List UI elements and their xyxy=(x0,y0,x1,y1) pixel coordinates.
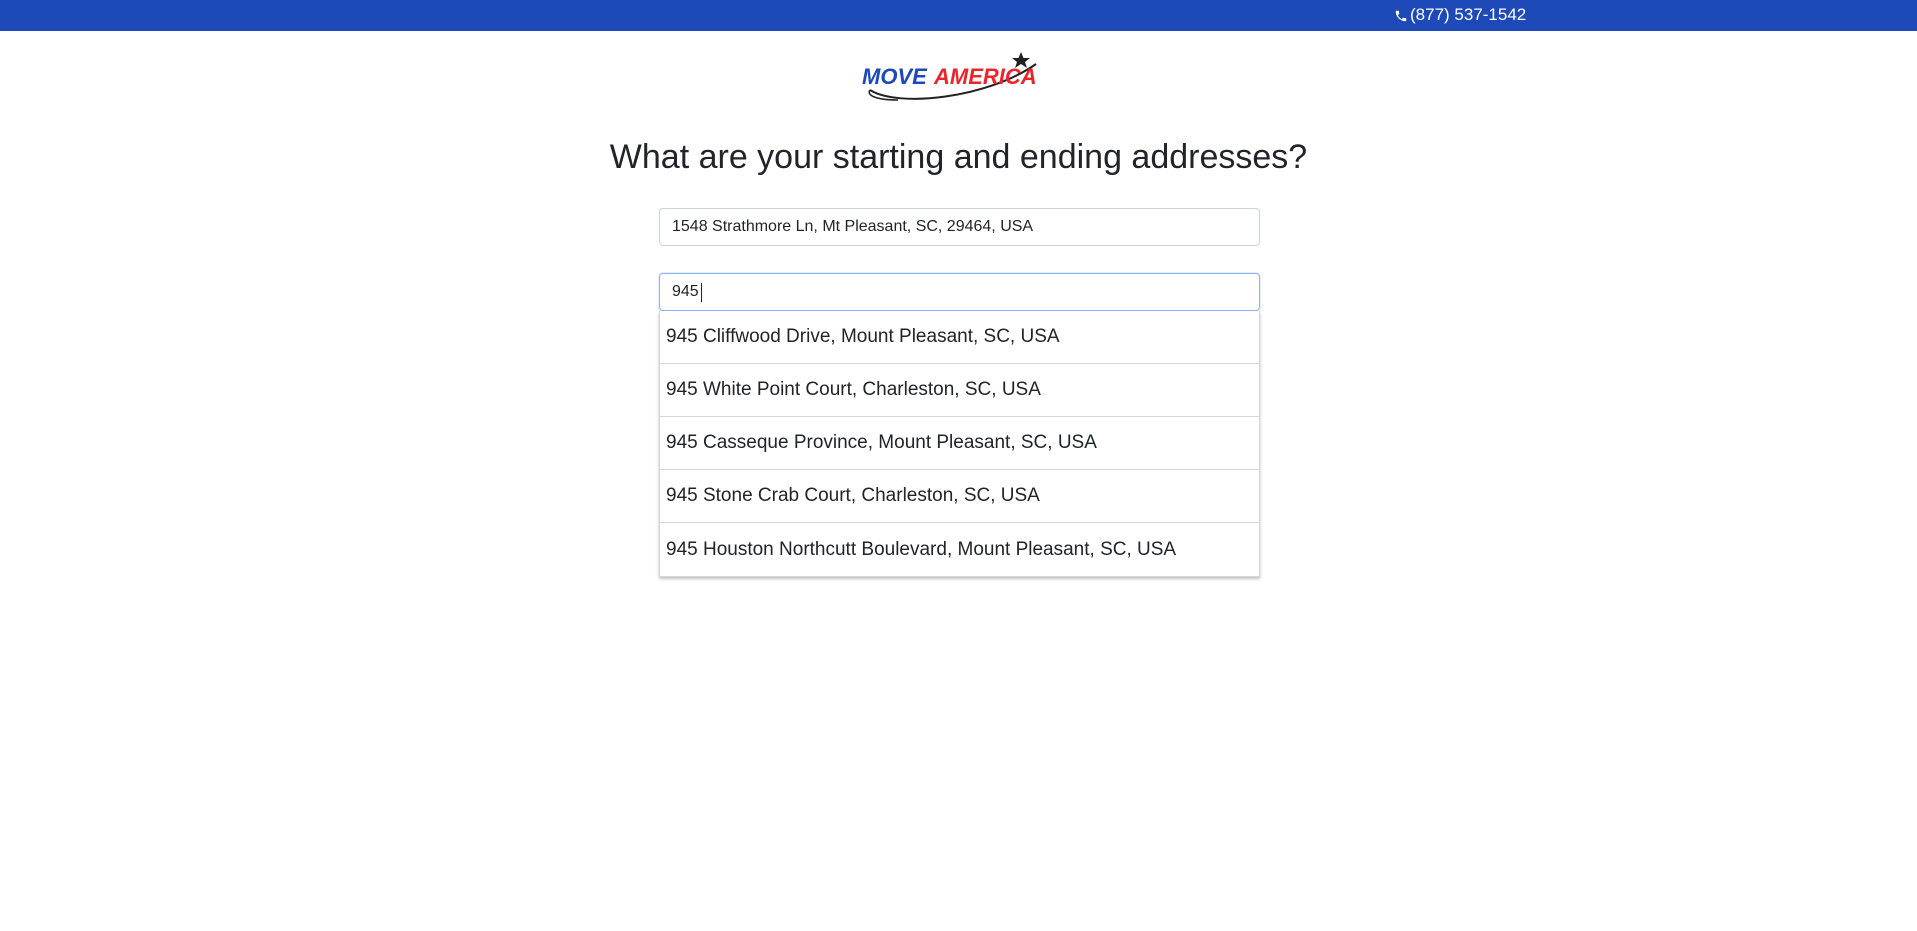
text-caret xyxy=(701,283,702,302)
address-suggestion[interactable]: 945 Houston Northcutt Boulevard, Mount P… xyxy=(660,523,1259,576)
ending-address-input[interactable] xyxy=(659,273,1260,311)
phone-icon xyxy=(1394,8,1408,22)
address-suggestion[interactable]: 945 White Point Court, Charleston, SC, U… xyxy=(660,364,1259,417)
moveamerica-logo[interactable]: MOVE AMERICA xyxy=(858,50,1058,106)
logo-text-move: MOVE xyxy=(862,64,928,89)
phone-link[interactable]: (877) 537-1542 xyxy=(1394,5,1526,25)
logo-text-america: AMERICA xyxy=(933,64,1037,89)
address-suggestion[interactable]: 945 Cliffwood Drive, Mount Pleasant, SC,… xyxy=(660,311,1259,364)
page-title: What are your starting and ending addres… xyxy=(609,138,1308,176)
address-suggestions-dropdown: 945 Cliffwood Drive, Mount Pleasant, SC,… xyxy=(659,311,1260,577)
top-bar: (877) 537-1542 xyxy=(0,0,1917,31)
address-suggestion[interactable]: 945 Casseque Province, Mount Pleasant, S… xyxy=(660,417,1259,470)
address-suggestion[interactable]: 945 Stone Crab Court, Charleston, SC, US… xyxy=(660,470,1259,523)
starting-address-input[interactable] xyxy=(659,208,1260,246)
phone-number: (877) 537-1542 xyxy=(1410,5,1527,24)
